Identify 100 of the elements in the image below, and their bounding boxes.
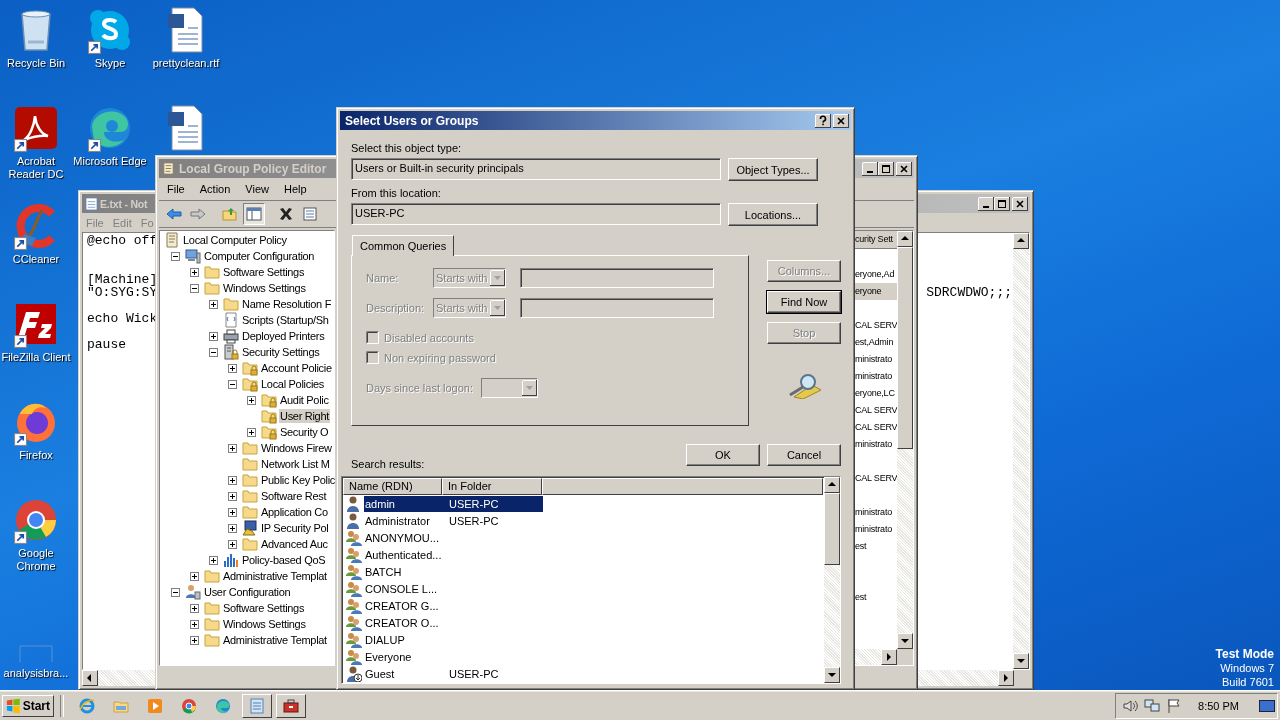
tree-item[interactable]: Windows Firew xyxy=(260,441,333,455)
tree-item[interactable]: Public Key Polic xyxy=(260,473,337,487)
expand-toggle[interactable] xyxy=(190,571,199,581)
expand-toggle[interactable] xyxy=(190,619,199,629)
tree-item[interactable]: Deployed Printers xyxy=(241,329,326,343)
table-cell-text: ministrato xyxy=(855,353,893,366)
tree-item[interactable]: Account Policie xyxy=(260,361,333,375)
tree-item[interactable]: Policy-based QoS xyxy=(241,553,327,567)
table-cell-text: ministrato xyxy=(855,523,893,536)
scroll-icon xyxy=(164,232,180,248)
column-header[interactable]: Name (RDN) xyxy=(343,478,442,495)
tree-item[interactable]: Local Policies xyxy=(260,377,326,391)
start-button[interactable]: Start xyxy=(2,694,54,717)
expand-toggle[interactable] xyxy=(209,555,218,565)
list-item[interactable]: CONSOLE L... xyxy=(364,580,443,597)
tree-item[interactable]: Computer Configuration xyxy=(203,249,316,263)
folder-icon xyxy=(204,600,220,616)
tree-item[interactable]: User Right xyxy=(279,409,330,423)
tree-item[interactable]: Software Rest xyxy=(260,489,328,503)
show-desktop-button[interactable] xyxy=(1259,699,1275,712)
tree-item[interactable]: Application Co xyxy=(260,505,329,519)
list-item[interactable]: CREATOR G... xyxy=(364,597,443,614)
menu-item[interactable]: View xyxy=(245,183,269,195)
tree-item[interactable]: Advanced Auc xyxy=(260,537,329,551)
close-button[interactable] xyxy=(833,113,849,128)
location-field[interactable]: USER-PC xyxy=(351,203,721,225)
help-button[interactable] xyxy=(815,113,831,128)
tree-item[interactable]: Windows Settings xyxy=(222,281,307,295)
clock[interactable]: 8:50 PM xyxy=(1198,699,1239,712)
list-item[interactable]: CREATOR O... xyxy=(364,614,443,631)
folder-up-icon xyxy=(222,206,238,222)
list-item[interactable]: Authenticated... xyxy=(364,546,443,563)
list-item[interactable]: DIALUP xyxy=(364,631,443,648)
tree-item[interactable]: IP Security Pol xyxy=(260,521,330,535)
expand-toggle[interactable] xyxy=(209,331,218,341)
list-item[interactable]: Everyone xyxy=(364,648,443,665)
expand-toggle[interactable] xyxy=(190,603,199,613)
tree-item[interactable]: Windows Settings xyxy=(222,617,307,631)
object-types-button[interactable]: Object Types... xyxy=(728,158,818,181)
collapse-toggle[interactable] xyxy=(171,251,180,261)
collapse-toggle[interactable] xyxy=(228,379,237,389)
tree-item[interactable]: Administrative Templat xyxy=(222,569,328,583)
list-item[interactable]: admin xyxy=(364,495,443,512)
tree-item[interactable]: User Configuration xyxy=(203,585,292,599)
tree-item[interactable]: Scripts (Startup/Sh xyxy=(241,313,330,327)
tree-item[interactable]: Administrative Templat xyxy=(222,633,328,647)
toolbox-icon xyxy=(283,697,299,714)
folder-icon xyxy=(223,296,239,312)
menu-item[interactable]: Action xyxy=(199,183,231,195)
scrollbar[interactable] xyxy=(897,231,913,649)
field-label: Name: xyxy=(366,272,400,284)
expand-toggle[interactable] xyxy=(209,299,218,309)
column-header[interactable]: curity Sett xyxy=(855,231,897,248)
volume-icon[interactable] xyxy=(1122,697,1139,714)
taskbar-button[interactable] xyxy=(242,693,272,718)
scrollbar[interactable] xyxy=(824,477,840,683)
collapse-toggle[interactable] xyxy=(209,347,218,357)
expand-toggle[interactable] xyxy=(228,475,237,485)
tree-item[interactable]: Name Resolution F xyxy=(241,297,333,311)
tree-item[interactable]: Local Computer Policy xyxy=(182,233,288,247)
menu-item[interactable]: File xyxy=(167,183,185,195)
expand-toggle[interactable] xyxy=(247,395,256,405)
list-item[interactable]: ANONYMOU... xyxy=(364,529,443,546)
network-icon[interactable] xyxy=(1144,697,1161,714)
ok-button[interactable]: OK xyxy=(686,444,760,466)
object-type-field[interactable]: Users or Built-in security principals xyxy=(351,158,721,180)
user-group-icon xyxy=(346,648,362,665)
pdf-reader-icon[interactable] xyxy=(12,104,60,152)
list-item[interactable]: Guest xyxy=(364,665,443,682)
user-group-icon xyxy=(346,529,362,546)
taskbar-button[interactable] xyxy=(276,693,306,718)
field-label: Description: xyxy=(366,302,426,314)
tree-item[interactable]: Software Settings xyxy=(222,601,306,615)
column-header[interactable]: In Folder xyxy=(442,478,542,495)
collapse-toggle[interactable] xyxy=(190,283,199,293)
expand-toggle[interactable] xyxy=(190,635,199,645)
collapse-toggle[interactable] xyxy=(171,587,180,597)
list-item[interactable]: BATCH xyxy=(364,563,443,580)
expand-toggle[interactable] xyxy=(228,539,237,549)
cancel-button[interactable]: Cancel xyxy=(767,444,841,466)
list-item[interactable]: Administrator xyxy=(364,512,443,529)
query-button[interactable]: Find Now xyxy=(767,291,841,313)
expand-toggle[interactable] xyxy=(228,443,237,453)
expand-toggle[interactable] xyxy=(228,507,237,517)
tree-item[interactable]: Audit Polic xyxy=(279,393,330,407)
tree-item[interactable]: Network List M xyxy=(260,457,331,471)
menu-item[interactable]: Help xyxy=(283,183,307,195)
expand-toggle[interactable] xyxy=(228,491,237,501)
scrollbar[interactable] xyxy=(1013,233,1029,669)
tree-item[interactable]: Security Settings xyxy=(241,345,321,359)
flag-icon[interactable] xyxy=(1166,697,1183,714)
expand-toggle[interactable] xyxy=(228,523,237,533)
locations-button[interactable]: Locations... xyxy=(728,203,818,226)
tree-item[interactable]: Security O xyxy=(279,425,330,439)
expand-toggle[interactable] xyxy=(247,427,256,437)
icon-label: prettyclean.rtf xyxy=(151,57,221,70)
expand-toggle[interactable] xyxy=(190,267,199,277)
expand-toggle[interactable] xyxy=(228,363,237,373)
tree-item[interactable]: Software Settings xyxy=(222,265,306,279)
tab[interactable]: Common Queries xyxy=(352,235,455,256)
